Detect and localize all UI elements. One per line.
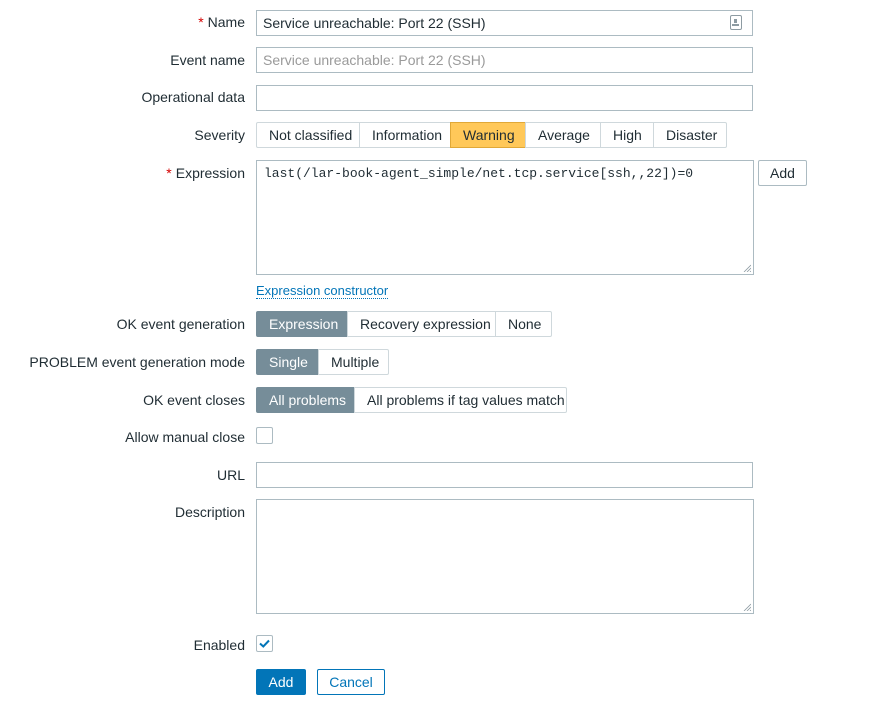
cancel-button[interactable]: Cancel [317,669,385,695]
add-button[interactable]: Add [256,669,306,695]
enabled-checkbox[interactable] [256,635,273,652]
resize-handle-icon[interactable] [743,264,751,272]
resize-handle-icon[interactable] [743,603,751,611]
problem-mode-multiple[interactable]: Multiple [318,349,389,375]
ok-event-generation-recovery-expression[interactable]: Recovery expression [347,311,496,337]
event-name-input[interactable]: Service unreachable: Port 22 (SSH) [256,47,753,73]
severity-label: Severity [194,127,245,143]
ok-event-generation-none[interactable]: None [495,311,552,337]
severity-disaster[interactable]: Disaster [653,122,727,148]
macro-insert-icon[interactable] [730,15,742,30]
problem-event-generation-mode-label: PROBLEM event generation mode [29,354,245,370]
problem-mode-single[interactable]: Single [256,349,319,375]
checkmark-icon [259,639,270,648]
name-input[interactable]: Service unreachable: Port 22 (SSH) [256,10,753,36]
severity-selector: Not classified Information Warning Avera… [256,122,727,148]
allow-manual-close-checkbox[interactable] [256,427,273,444]
description-label: Description [174,504,245,520]
name-label: * Name [198,14,245,30]
severity-not-classified[interactable]: Not classified [256,122,360,148]
operational-data-input[interactable] [256,85,753,111]
description-textarea[interactable] [256,499,754,614]
ok-event-closes-tag-match[interactable]: All problems if tag values match [354,387,567,413]
expression-add-button[interactable]: Add [758,160,807,186]
severity-warning[interactable]: Warning [450,122,526,148]
ok-event-generation-label: OK event generation [116,316,245,332]
ok-event-generation-selector: Expression Recovery expression None [256,311,552,337]
operational-data-label: Operational data [141,89,245,105]
expression-label: * Expression [166,165,245,181]
severity-high[interactable]: High [600,122,654,148]
severity-information[interactable]: Information [359,122,451,148]
problem-event-generation-mode-selector: Single Multiple [256,349,389,375]
severity-average[interactable]: Average [525,122,601,148]
url-label: URL [216,467,245,483]
expression-textarea[interactable]: last(/lar-book-agent_simple/net.tcp.serv… [256,160,754,275]
ok-event-closes-label: OK event closes [143,392,245,408]
url-input[interactable] [256,462,753,488]
enabled-label: Enabled [193,637,245,653]
expression-constructor-link[interactable]: Expression constructor [256,283,389,299]
event-name-label: Event name [170,52,245,68]
ok-event-generation-expression[interactable]: Expression [256,311,348,337]
ok-event-closes-all-problems[interactable]: All problems [256,387,355,413]
ok-event-closes-selector: All problems All problems if tag values … [256,387,567,413]
allow-manual-close-label: Allow manual close [125,429,245,445]
